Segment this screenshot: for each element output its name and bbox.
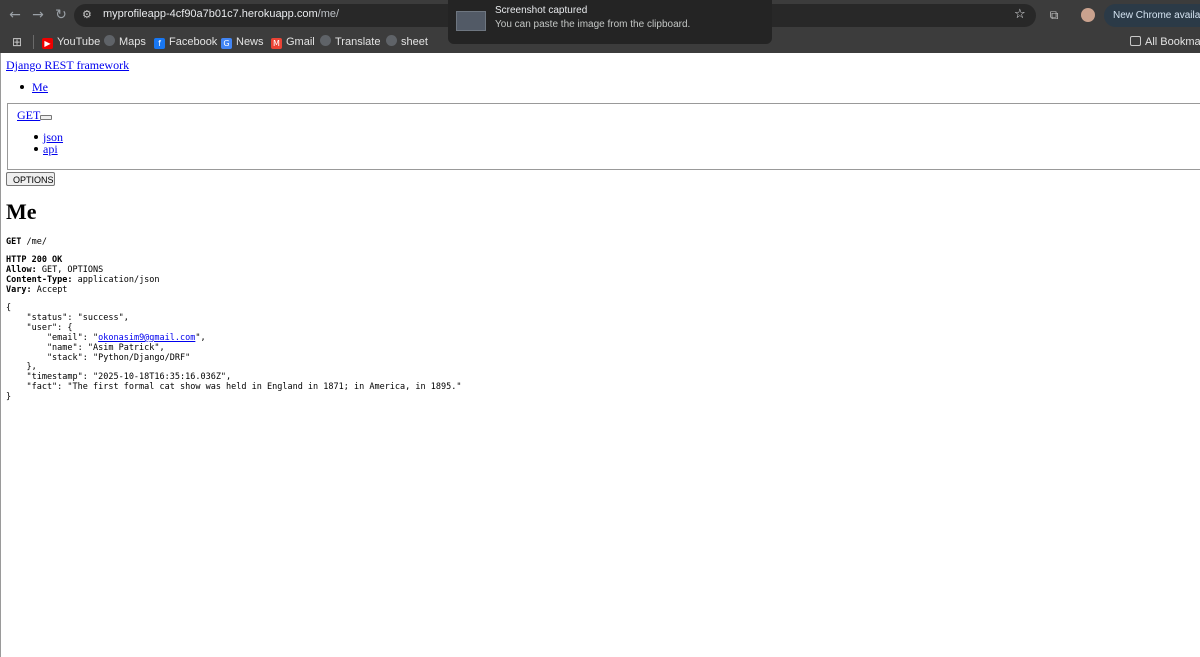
request-method: GET bbox=[6, 237, 22, 247]
profile-avatar[interactable] bbox=[1081, 8, 1095, 22]
json-line: } bbox=[6, 392, 12, 403]
header-value: application/json bbox=[77, 275, 160, 285]
json-line: "user": { bbox=[6, 322, 73, 333]
json-line: ", bbox=[195, 332, 206, 343]
get-link[interactable]: GET bbox=[17, 108, 40, 123]
email-link[interactable]: okonasim9@gmail.com bbox=[98, 333, 195, 343]
facebook-icon: f bbox=[154, 38, 165, 49]
globe-icon bbox=[104, 35, 115, 46]
list-bullet bbox=[20, 85, 24, 89]
apps-grid-icon[interactable]: ⊞ bbox=[9, 34, 25, 50]
extensions-icon[interactable]: ⧉ bbox=[1046, 7, 1062, 23]
back-arrow-icon[interactable]: ← bbox=[6, 6, 24, 24]
globe-icon bbox=[320, 35, 331, 46]
bookmark-gmail[interactable]: M Gmail bbox=[271, 34, 315, 50]
toast-subtitle: You can paste the image from the clipboa… bbox=[495, 19, 691, 30]
header-value: Accept bbox=[36, 285, 68, 295]
header-key: Content-Type: bbox=[6, 275, 73, 285]
left-border bbox=[0, 53, 1, 657]
brand-link[interactable]: Django REST framework bbox=[6, 58, 129, 73]
bookmark-facebook[interactable]: f Facebook bbox=[154, 34, 217, 50]
new-chrome-available-button[interactable]: New Chrome available bbox=[1104, 4, 1200, 27]
format-api-link[interactable]: api bbox=[43, 142, 58, 157]
site-info-icon[interactable]: ⚙ bbox=[82, 8, 96, 22]
bookmark-sheet[interactable]: sheet bbox=[386, 34, 428, 50]
json-line: "stack": "Python/Django/DRF" bbox=[6, 352, 191, 363]
page-content: Django REST framework Me GET json api OP… bbox=[0, 53, 1200, 657]
options-button[interactable]: OPTIONS bbox=[6, 172, 55, 186]
header-key: Allow: bbox=[6, 265, 37, 275]
list-bullet bbox=[34, 147, 38, 151]
bookmark-youtube[interactable]: ▶ YouTube bbox=[42, 34, 100, 50]
news-icon: G bbox=[221, 38, 232, 49]
globe-icon bbox=[386, 35, 397, 46]
page-title: Me bbox=[6, 199, 37, 224]
response-info: HTTP 200 OK Allow: GET, OPTIONS Content-… bbox=[6, 255, 160, 295]
header-key: Vary: bbox=[6, 285, 32, 295]
get-format-box: GET json api bbox=[7, 103, 1200, 170]
gmail-icon: M bbox=[271, 38, 282, 49]
youtube-icon: ▶ bbox=[42, 38, 53, 49]
breadcrumb-me[interactable]: Me bbox=[32, 80, 48, 95]
forward-arrow-icon[interactable]: → bbox=[29, 6, 47, 24]
json-line: "email": " bbox=[6, 332, 99, 343]
reload-icon[interactable]: ↻ bbox=[52, 6, 70, 24]
json-line: "fact": "The first formal cat show was h… bbox=[6, 382, 462, 393]
json-line: }, bbox=[6, 362, 37, 373]
list-bullet bbox=[34, 135, 38, 139]
format-dropdown-toggle[interactable] bbox=[40, 115, 52, 120]
bookmark-news[interactable]: G News bbox=[221, 34, 264, 50]
bookmarks-divider bbox=[33, 35, 34, 49]
json-line: { bbox=[6, 303, 12, 313]
json-response-body: { "status": "success", "user": { "email"… bbox=[6, 303, 462, 403]
response-status: HTTP 200 OK bbox=[6, 255, 63, 265]
bookmark-translate[interactable]: Translate bbox=[320, 34, 380, 50]
folder-icon bbox=[1130, 36, 1141, 46]
header-value: GET, OPTIONS bbox=[41, 265, 104, 275]
toast-title: Screenshot captured bbox=[495, 5, 588, 16]
request-line: GET /me/ bbox=[6, 237, 47, 247]
request-path: /me/ bbox=[26, 237, 47, 247]
bookmark-maps[interactable]: Maps bbox=[104, 34, 146, 50]
bookmark-star-icon[interactable]: ☆ bbox=[1014, 7, 1026, 22]
json-line: "name": "Asim Patrick", bbox=[6, 342, 165, 353]
screenshot-thumbnail[interactable] bbox=[456, 11, 486, 31]
screenshot-toast: Screenshot captured You can paste the im… bbox=[448, 0, 772, 44]
json-line: "timestamp": "2025-10-18T16:35:16.036Z", bbox=[6, 372, 232, 383]
json-line: "status": "success", bbox=[6, 312, 129, 323]
all-bookmarks-folder[interactable]: All Bookmarks bbox=[1130, 34, 1200, 50]
url-text[interactable]: myprofileapp-4cf90a7b01c7.herokuapp.com/… bbox=[103, 8, 339, 20]
